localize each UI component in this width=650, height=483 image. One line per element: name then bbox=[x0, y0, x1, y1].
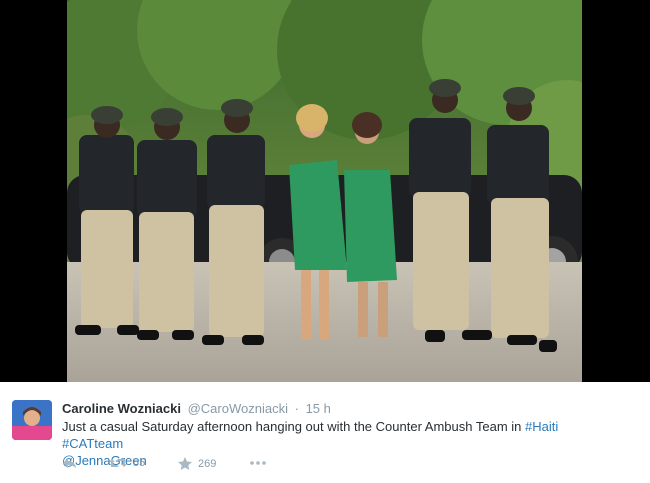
more-icon bbox=[250, 461, 266, 465]
tweet-header: Caroline Wozniacki @CaroWozniacki · 15 h bbox=[62, 401, 331, 416]
more-button[interactable] bbox=[250, 461, 266, 465]
reply-button[interactable] bbox=[62, 457, 77, 469]
favorite-button[interactable]: 269 bbox=[178, 457, 216, 470]
retweet-button[interactable]: 55 bbox=[109, 457, 145, 469]
avatar[interactable] bbox=[12, 400, 52, 440]
photo-scene bbox=[67, 0, 582, 382]
retweet-count: 55 bbox=[133, 457, 146, 469]
favorite-count: 269 bbox=[198, 457, 217, 470]
reply-icon bbox=[63, 458, 76, 468]
tweet-text-main: Just a casual Saturday afternoon hanging… bbox=[62, 419, 525, 434]
tweet-media bbox=[0, 0, 650, 382]
tweet-timestamp[interactable]: 15 h bbox=[306, 401, 331, 416]
retweet-icon bbox=[109, 459, 127, 467]
tweet-photo[interactable] bbox=[67, 0, 582, 382]
hashtag-catteam[interactable]: #CATteam bbox=[62, 436, 123, 451]
star-icon bbox=[178, 457, 192, 470]
author-handle[interactable]: @CaroWozniacki bbox=[188, 401, 288, 416]
tweet-text: Just a casual Saturday afternoon hanging… bbox=[62, 418, 622, 469]
author-name[interactable]: Caroline Wozniacki bbox=[62, 401, 181, 416]
tweet-card: Caroline Wozniacki @CaroWozniacki · 15 h… bbox=[0, 382, 650, 483]
hashtag-haiti[interactable]: #Haiti bbox=[525, 419, 558, 434]
separator-dot: · bbox=[294, 401, 299, 416]
